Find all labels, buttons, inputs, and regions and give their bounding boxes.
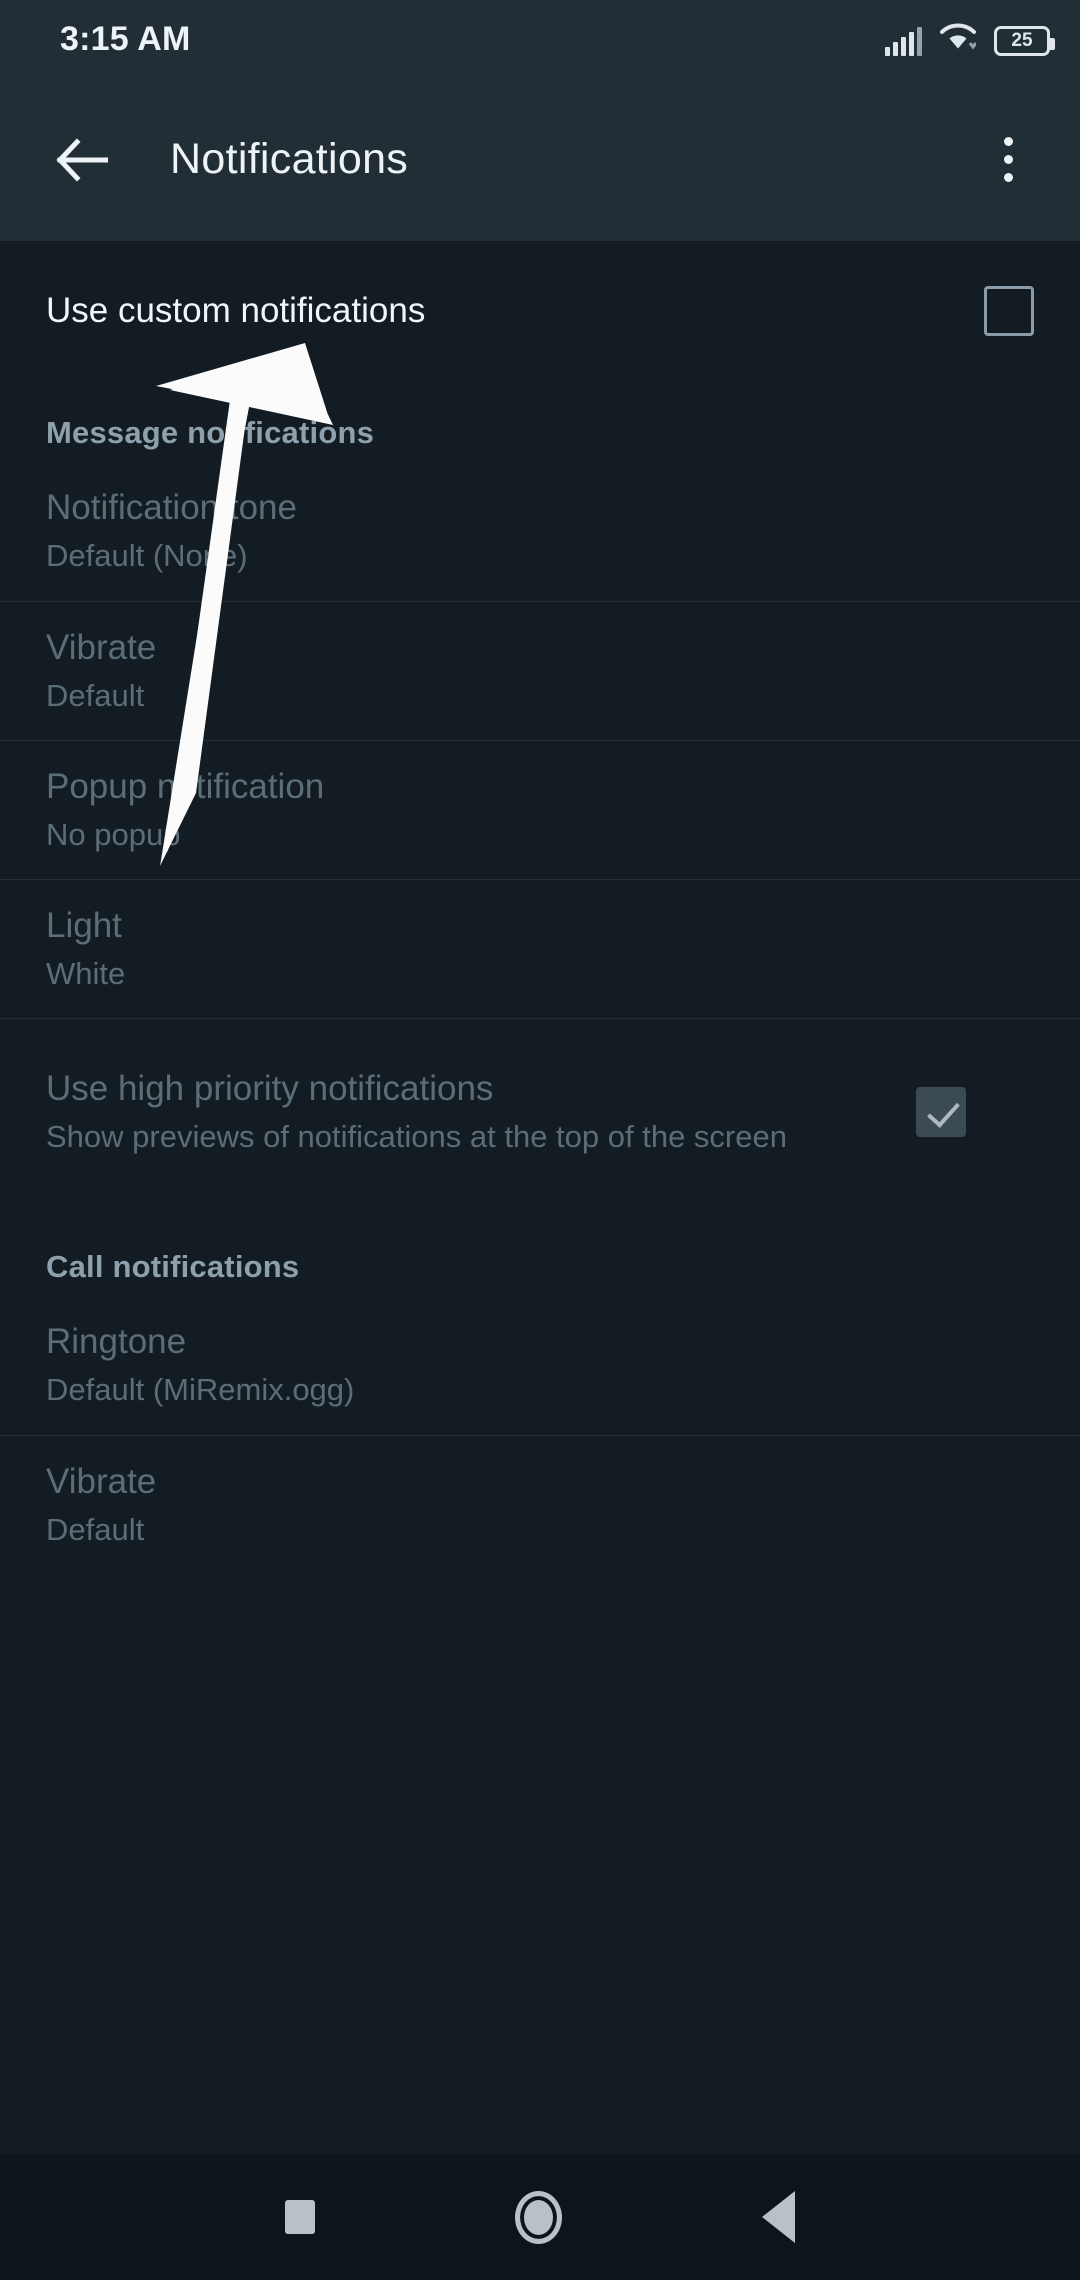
arrow-left-icon: [56, 137, 108, 182]
phone-screen: 3:15 AM 25 Notifications Use custom noti…: [0, 0, 1080, 2280]
home-button[interactable]: [515, 2190, 562, 2244]
page-title: Notifications: [170, 135, 409, 183]
row-title: Light: [46, 905, 122, 945]
row-title: Vibrate: [46, 627, 157, 667]
row-popup-notification[interactable]: Popup notification No popup: [0, 741, 1080, 879]
status-icons: 25: [885, 21, 1055, 58]
status-time: 3:15 AM: [60, 19, 191, 58]
row-text: Ringtone Default (MiRemix.ogg): [46, 1320, 1034, 1410]
row-ringtone[interactable]: Ringtone Default (MiRemix.ogg): [0, 1295, 1080, 1435]
app-bar: Notifications: [0, 78, 1080, 241]
status-bar: 3:15 AM 25: [0, 0, 1080, 78]
wifi-icon: [940, 21, 978, 56]
row-subtitle: Default (MiRemix.ogg): [46, 1371, 355, 1407]
battery-level: 25: [1011, 30, 1033, 51]
more-vertical-icon: [1003, 137, 1013, 146]
row-subtitle: White: [46, 955, 126, 991]
row-light[interactable]: Light White: [0, 880, 1080, 1018]
row-title: Ringtone: [46, 1321, 187, 1361]
checkbox-use-custom-notifications[interactable]: [984, 286, 1034, 336]
row-text: Vibrate Default: [46, 1460, 1034, 1550]
battery-icon: 25: [994, 25, 1055, 56]
row-subtitle: Default (None): [46, 537, 248, 573]
row-text: Use custom notifications: [46, 289, 954, 333]
row-title: Notification tone: [46, 487, 297, 527]
section-header-message-notifications: Message notifications: [46, 415, 375, 450]
row-text: Vibrate Default: [46, 626, 1034, 716]
signal-icon: [885, 26, 922, 56]
row-use-high-priority-notifications[interactable]: Use high priority notifications Show pre…: [0, 1019, 1080, 1205]
section-header-call-notifications: Call notifications: [46, 1249, 300, 1284]
row-text: Popup notification No popup: [46, 765, 1034, 855]
overflow-menu-button[interactable]: [972, 116, 1044, 204]
row-text: Notification tone Default (None): [46, 486, 1034, 576]
row-subtitle: Show previews of notifications at the to…: [46, 1118, 787, 1154]
back-button[interactable]: [46, 124, 118, 196]
row-vibrate-message[interactable]: Vibrate Default: [0, 602, 1080, 740]
row-title: Popup notification: [46, 766, 325, 806]
row-title: Use custom notifications: [46, 291, 426, 331]
row-notification-tone[interactable]: Notification tone Default (None): [0, 461, 1080, 601]
settings-list: Use custom notifications Message notific…: [0, 241, 1080, 2280]
row-title: Use high priority notifications: [46, 1068, 494, 1108]
back-nav-button[interactable]: [762, 2191, 795, 2243]
recents-button[interactable]: [285, 2200, 315, 2234]
row-vibrate-call[interactable]: Vibrate Default: [0, 1436, 1080, 1574]
checkbox-use-high-priority-notifications[interactable]: [916, 1087, 966, 1137]
row-text: Use high priority notifications Show pre…: [46, 1067, 886, 1157]
row-text: Light White: [46, 904, 1034, 994]
row-use-custom-notifications[interactable]: Use custom notifications: [0, 241, 1080, 381]
navigation-bar: [0, 2154, 1080, 2280]
row-title: Vibrate: [46, 1461, 157, 1501]
row-subtitle: Default: [46, 677, 145, 713]
row-subtitle: Default: [46, 1511, 145, 1547]
row-subtitle: No popup: [46, 816, 181, 852]
